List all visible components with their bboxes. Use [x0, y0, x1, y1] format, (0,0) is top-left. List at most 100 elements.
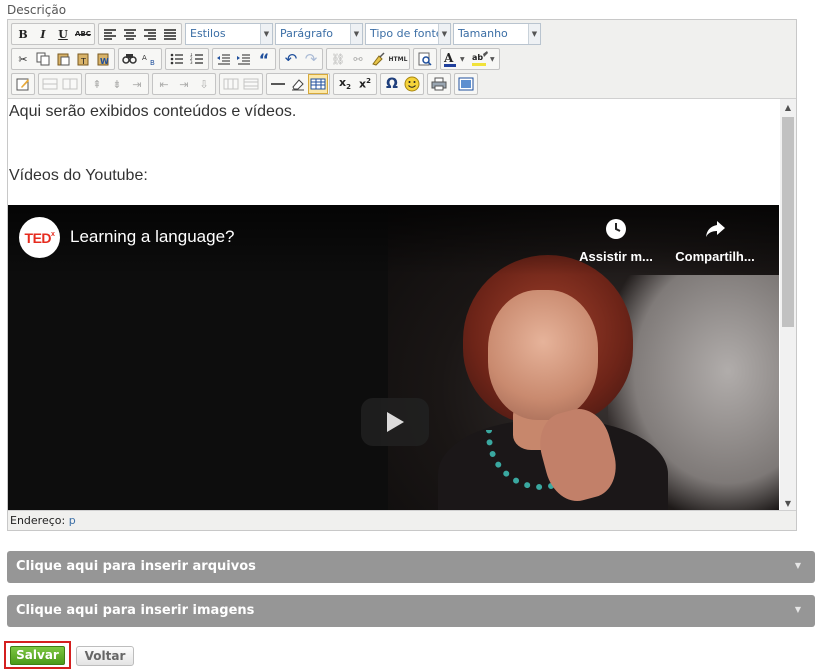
clipboard-group: ✂ T W: [11, 48, 115, 70]
color-group: A ▼ ab ▼: [440, 48, 500, 70]
chevron-down-icon: ▼: [528, 24, 540, 44]
cell-props-icon[interactable]: [40, 74, 60, 94]
rich-text-editor: B I U ABC Estilos ▼ Parágrafo ▼ Tipo de …: [7, 19, 797, 531]
svg-text:3: 3: [190, 60, 193, 65]
italic-button[interactable]: I: [33, 24, 53, 44]
align-center-icon[interactable]: [120, 24, 140, 44]
svg-text:▼: ▼: [460, 56, 465, 63]
fullscreen-group: [454, 73, 478, 95]
scroll-down-icon[interactable]: ▼: [780, 495, 796, 510]
styles-select[interactable]: Estilos ▼: [185, 23, 273, 45]
paste-text-icon[interactable]: T: [73, 49, 93, 69]
blockquote-icon[interactable]: “: [254, 49, 274, 69]
table-split-group: [219, 73, 263, 95]
size-select[interactable]: Tamanho ▼: [453, 23, 541, 45]
content-paragraph: Vídeos do Youtube:: [9, 167, 148, 184]
insert-row-after-icon[interactable]: ⇟: [107, 74, 127, 94]
font-type-select[interactable]: Tipo de fonte ▼: [365, 23, 451, 45]
find-icon[interactable]: [120, 49, 140, 69]
insert-col-before-icon[interactable]: ⇤: [154, 74, 174, 94]
alignment-group: [98, 23, 182, 45]
emoticon-icon[interactable]: [402, 74, 422, 94]
script-group: x2 x2: [333, 73, 377, 95]
horizontal-rule-icon[interactable]: [268, 74, 288, 94]
paste-icon[interactable]: [53, 49, 73, 69]
replace-icon[interactable]: AB: [140, 49, 160, 69]
paste-word-icon[interactable]: W: [93, 49, 113, 69]
redo-icon[interactable]: ↷: [301, 49, 321, 69]
print-icon[interactable]: [429, 74, 449, 94]
svg-text:A: A: [443, 51, 454, 65]
numbered-list-icon[interactable]: 123: [187, 49, 207, 69]
table-rows-icon[interactable]: [241, 74, 261, 94]
element-path-link[interactable]: p: [69, 514, 76, 527]
merge-cells-icon[interactable]: [60, 74, 80, 94]
eraser-icon[interactable]: [288, 74, 308, 94]
copy-icon[interactable]: [33, 49, 53, 69]
subscript-icon[interactable]: x2: [335, 74, 355, 94]
align-left-icon[interactable]: [100, 24, 120, 44]
table-cell-group: [38, 73, 82, 95]
save-button[interactable]: Salvar: [10, 646, 65, 665]
scroll-up-icon[interactable]: ▲: [780, 99, 796, 115]
indent-icon[interactable]: [234, 49, 254, 69]
undo-icon[interactable]: ↶: [281, 49, 301, 69]
chevron-down-icon: ▼: [794, 561, 801, 570]
html-source-button[interactable]: HTML: [388, 49, 408, 69]
svg-text:A: A: [142, 54, 147, 62]
scrollbar-thumb[interactable]: [782, 117, 794, 327]
split-cells-icon[interactable]: [221, 74, 241, 94]
speaker-face: [488, 290, 598, 420]
edit-attributes-icon[interactable]: [13, 74, 33, 94]
insert-files-accordion[interactable]: Clique aqui para inserir arquivos ▼: [7, 551, 815, 583]
editor-statusbar: Endereço: p: [8, 510, 796, 530]
svg-text:W: W: [100, 57, 109, 66]
share-button[interactable]: Compartilh...: [670, 217, 760, 264]
align-right-icon[interactable]: [140, 24, 160, 44]
superscript-icon[interactable]: x2: [355, 74, 375, 94]
chevron-down-icon: ▼: [794, 605, 801, 614]
cleanup-icon[interactable]: [368, 49, 388, 69]
font-color-icon[interactable]: A ▼: [442, 49, 470, 69]
special-group: Ω: [380, 73, 424, 95]
play-button[interactable]: [361, 398, 429, 446]
back-button[interactable]: Voltar: [76, 646, 134, 666]
save-button-highlight: Salvar: [4, 641, 71, 669]
insert-images-accordion[interactable]: Clique aqui para inserir imagens ▼: [7, 595, 815, 627]
strikethrough-button[interactable]: ABC: [73, 24, 93, 44]
svg-text:ab: ab: [472, 53, 483, 62]
svg-text:▼: ▼: [490, 56, 495, 63]
preview-icon[interactable]: [415, 49, 435, 69]
editor-toolbar: B I U ABC Estilos ▼ Parágrafo ▼ Tipo de …: [8, 20, 796, 98]
insert-col-after-icon[interactable]: ⇥: [174, 74, 194, 94]
paragraph-select[interactable]: Parágrafo ▼: [275, 23, 363, 45]
fullscreen-icon[interactable]: [456, 74, 476, 94]
youtube-video-embed[interactable]: TED x Learning a language? Assistir m... …: [8, 205, 779, 510]
insert-table-icon[interactable]: [308, 74, 328, 94]
video-title[interactable]: Learning a language?: [70, 227, 234, 247]
underline-button[interactable]: U: [53, 24, 73, 44]
indent-group: “: [212, 48, 276, 70]
search-group: AB: [118, 48, 162, 70]
align-justify-icon[interactable]: [160, 24, 180, 44]
delete-row-icon[interactable]: ⇥: [127, 74, 147, 94]
play-icon: [387, 412, 404, 432]
insert-group: [266, 73, 330, 95]
table-col-group: ⇤ ⇥ ⇩: [152, 73, 216, 95]
highlight-color-icon[interactable]: ab ▼: [470, 49, 498, 69]
outdent-icon[interactable]: [214, 49, 234, 69]
bold-button[interactable]: B: [13, 24, 33, 44]
editor-content-area[interactable]: Aqui serão exibidos conteúdos e vídeos. …: [8, 98, 796, 510]
chevron-down-icon: ▼: [350, 24, 362, 44]
link-icon[interactable]: ⛓: [328, 49, 348, 69]
watch-later-button[interactable]: Assistir m...: [571, 217, 661, 264]
delete-col-icon[interactable]: ⇩: [194, 74, 214, 94]
chevron-down-icon: ▼: [438, 24, 450, 44]
special-char-icon[interactable]: Ω: [382, 74, 402, 94]
channel-logo[interactable]: TED x: [19, 217, 60, 258]
unlink-icon[interactable]: ⚯: [348, 49, 368, 69]
content-scrollbar[interactable]: ▲ ▼: [780, 99, 796, 510]
bullet-list-icon[interactable]: [167, 49, 187, 69]
cut-icon[interactable]: ✂: [13, 49, 33, 69]
insert-row-before-icon[interactable]: ⇞: [87, 74, 107, 94]
